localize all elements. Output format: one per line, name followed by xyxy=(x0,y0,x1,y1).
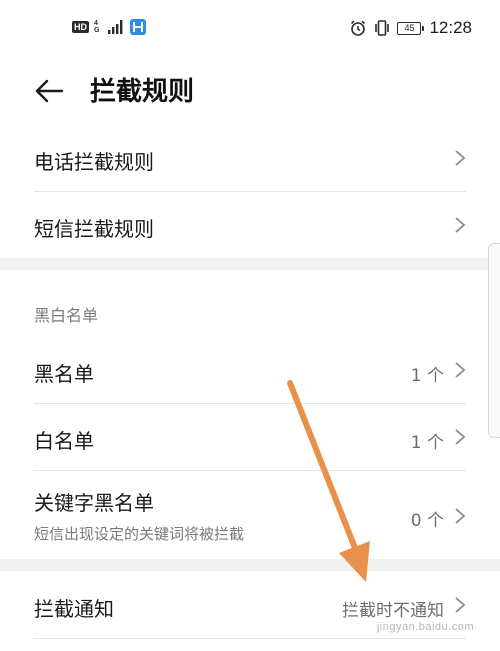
whitelist-label: 白名单 xyxy=(34,429,94,453)
app-header: 拦截规则 xyxy=(0,58,500,124)
chevron-right-icon xyxy=(455,597,466,613)
side-drawer-handle[interactable] xyxy=(488,243,500,438)
back-button[interactable] xyxy=(32,74,66,108)
watermark: jingyan.baidu.com xyxy=(376,621,474,633)
keyword-blacklist-item[interactable]: 关键字黑名单 短信出现设定的关键词将被拦截 0 个 xyxy=(34,471,466,559)
chevron-right-icon xyxy=(455,429,466,445)
rules-card: 电话拦截规则 短信拦截规则 xyxy=(0,124,500,258)
status-right: 45 12:28 xyxy=(349,18,472,38)
keyword-blacklist-count: 0 个 xyxy=(410,511,444,531)
status-left: HD 4G xyxy=(72,19,146,35)
call-block-rules-label: 电话拦截规则 xyxy=(34,150,154,174)
call-block-rules-item[interactable]: 电话拦截规则 xyxy=(34,124,466,192)
chevron-right-icon xyxy=(455,150,466,166)
status-bar: HD 4G 45 12:28 xyxy=(0,0,500,58)
blackwhite-section-label: 黑白名单 xyxy=(34,306,99,325)
block-notification-value: 拦截时不通知 xyxy=(342,601,444,621)
page-title: 拦截规则 xyxy=(90,77,195,107)
back-arrow-icon xyxy=(35,79,64,103)
network-type: 4G xyxy=(94,20,100,34)
blacklist-count: 1 个 xyxy=(410,366,444,386)
blackwhite-card: 黑白名单 黑名单 1 个 白名单 1 个 关键字黑名单 短信出现设定的关键词将被… xyxy=(0,270,500,559)
alarm-icon xyxy=(351,20,366,36)
notify-card: 拦截通知 拦截时不通知 xyxy=(0,571,500,651)
block-notification-label: 拦截通知 xyxy=(34,597,114,621)
sms-block-rules-label: 短信拦截规则 xyxy=(34,217,154,241)
whitelist-item[interactable]: 白名单 1 个 xyxy=(34,404,466,471)
hd-badge: HD xyxy=(72,21,89,33)
signal-icon xyxy=(108,20,123,34)
screen: HD 4G 45 12:28 拦截规则 电话拦截规则 短信拦截规则 黑白名单 黑… xyxy=(0,0,500,651)
chevron-right-icon xyxy=(455,217,466,233)
app-notification-icon xyxy=(130,19,146,35)
chevron-right-icon xyxy=(455,508,466,524)
battery-indicator: 45 xyxy=(397,21,425,35)
status-time: 12:28 xyxy=(429,18,472,37)
keyword-blacklist-label: 关键字黑名单 xyxy=(34,491,154,515)
blacklist-label: 黑名单 xyxy=(34,362,94,386)
blacklist-item[interactable]: 黑名单 1 个 xyxy=(34,337,466,404)
whitelist-count: 1 个 xyxy=(410,433,444,453)
keyword-blacklist-description: 短信出现设定的关键词将被拦截 xyxy=(34,525,245,543)
sms-block-rules-item[interactable]: 短信拦截规则 xyxy=(34,192,466,258)
vibrate-icon xyxy=(375,20,390,36)
chevron-right-icon xyxy=(455,362,466,378)
